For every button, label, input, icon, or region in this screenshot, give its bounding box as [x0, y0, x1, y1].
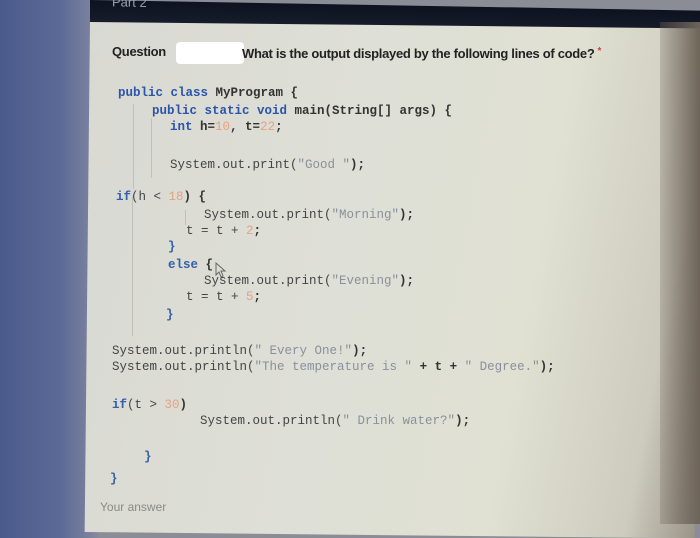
indent-guide: [151, 118, 152, 178]
code-text: ;: [253, 224, 262, 238]
indent-guide: [185, 210, 186, 225]
code-text: + t +: [412, 360, 465, 374]
number-literal: 18: [168, 190, 184, 204]
code-text: (h <: [131, 190, 169, 204]
code-line-1: public class MyProgram {: [118, 86, 298, 100]
code-line-12: }: [166, 308, 174, 322]
string-literal: "The temperature is ": [254, 360, 413, 374]
number-literal: 5: [246, 290, 254, 304]
code-text: t = t +: [186, 224, 247, 238]
code-text: {: [198, 258, 214, 272]
code-text: );: [350, 158, 366, 172]
keyword: public class: [118, 86, 209, 100]
code-text: System.out.println(: [112, 344, 255, 358]
indent-guide: [132, 196, 133, 336]
code-text: MyProgram {: [208, 86, 299, 100]
code-text: System.out.println(: [200, 414, 343, 428]
answer-input[interactable]: Your answer: [100, 500, 166, 514]
code-line-13: System.out.println(" Every One!");: [112, 344, 367, 358]
string-literal: "Good ": [297, 158, 351, 172]
string-literal: "Evening": [331, 274, 400, 288]
code-text: h=: [192, 120, 216, 134]
code-text: System.out.print(: [204, 208, 332, 222]
code-text: );: [539, 360, 555, 374]
code-text: );: [455, 414, 471, 428]
code-line-17: }: [144, 450, 152, 464]
code-line-2: public static void main(String[] args) {: [152, 104, 452, 118]
code-text: , t=: [230, 120, 261, 134]
code-text: main(String[] args) {: [287, 104, 453, 118]
code-text: }: [168, 240, 176, 254]
number-literal: 22: [260, 120, 276, 134]
indent-guide: [133, 104, 134, 189]
code-text: ;: [253, 290, 262, 304]
code-text: );: [399, 274, 415, 288]
number-literal: 2: [246, 224, 254, 238]
code-text: System.out.print(: [170, 158, 298, 172]
code-line-11: t = t + 5;: [186, 290, 261, 304]
code-line-16: System.out.println(" Drink water?");: [200, 414, 470, 428]
number-literal: 30: [164, 398, 180, 412]
string-literal: " Degree.": [464, 360, 540, 374]
code-line-9: else {: [168, 258, 213, 272]
code-line-14: System.out.println("The temperature is "…: [112, 360, 555, 374]
keyword: public static void: [152, 104, 288, 118]
code-text: }: [144, 450, 152, 464]
code-text: System.out.println(: [112, 360, 255, 374]
string-literal: " Every One!": [254, 344, 353, 358]
code-line-8: }: [168, 240, 176, 254]
code-line-4: System.out.print("Good ");: [170, 158, 365, 172]
number-literal: 10: [215, 120, 231, 134]
code-text: }: [110, 472, 118, 486]
code-line-10: System.out.print("Evening");: [204, 274, 414, 288]
code-text: );: [399, 208, 415, 222]
code-line-7: t = t + 2;: [186, 224, 261, 238]
code-text: ;: [275, 120, 283, 134]
code-line-18: }: [110, 472, 118, 486]
code-block: public class MyProgram { public static v…: [0, 0, 700, 524]
keyword: else: [168, 258, 199, 272]
code-line-6: System.out.print("Morning");: [204, 208, 414, 222]
code-line-15: if(t > 30): [112, 398, 187, 412]
code-text: ) {: [183, 190, 207, 204]
code-text: );: [352, 344, 368, 358]
code-text: }: [166, 308, 174, 322]
keyword: if: [116, 190, 132, 204]
code-line-5: if(h < 18) {: [116, 190, 206, 204]
code-text: ): [179, 398, 188, 412]
string-literal: "Morning": [331, 208, 400, 222]
code-text: t = t +: [186, 290, 247, 304]
keyword: if: [112, 398, 128, 412]
mouse-pointer-icon: [215, 262, 227, 278]
string-literal: " Drink water?": [342, 414, 456, 428]
code-line-3: int h=10, t=22;: [170, 120, 283, 134]
keyword: int: [170, 120, 193, 134]
code-text: (t >: [127, 398, 165, 412]
